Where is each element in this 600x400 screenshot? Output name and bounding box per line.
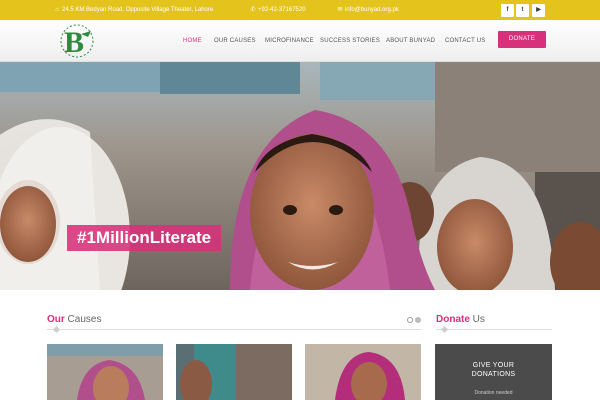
bunyad-logo[interactable]: B (57, 22, 97, 59)
nav-success-stories[interactable]: SUCCESS STORIES (320, 35, 380, 47)
donate-title-rest: Us (469, 314, 485, 325)
hero-photo (0, 62, 600, 290)
hero-tagline: #1MillionLiterate (67, 225, 222, 251)
facebook-icon[interactable]: f (501, 4, 514, 17)
twitter-icon[interactable]: t (516, 4, 529, 17)
nav-microfinance[interactable]: MICROFINANCE (265, 35, 314, 47)
phone-icon: ✆ (250, 7, 256, 13)
hero-banner: #1MillionLiterate (0, 62, 600, 290)
donate-button[interactable]: DONATE (498, 31, 546, 48)
causes-section-title: Our Causes (47, 314, 101, 325)
donate-box-line1: GIVE YOUR (472, 362, 515, 369)
nav-contact-us[interactable]: CONTACT US (445, 35, 485, 47)
donate-divider (436, 329, 552, 330)
phone-info[interactable]: ✆ +92-42-37167520 (250, 0, 306, 20)
donate-box-heading: GIVE YOUR DONATIONS (435, 361, 552, 379)
email-text: info@bunyad.org.pk (345, 7, 399, 13)
top-info-bar: ⌂ 24.5 KM Bedyan Road, Opposite Village T… (0, 0, 600, 20)
carousel-dot-1[interactable] (407, 317, 413, 323)
cause-card-3-image[interactable] (305, 344, 421, 400)
address-info: ⌂ 24.5 KM Bedyan Road, Opposite Village T… (54, 0, 213, 20)
donate-box[interactable]: GIVE YOUR DONATIONS Donation needed (435, 344, 552, 400)
donate-box-subtext: Donation needed (474, 390, 513, 396)
donate-section-title: Donate Us (436, 314, 485, 325)
nav-about-bunyad[interactable]: ABOUT BUNYAD (386, 35, 435, 47)
donate-title-accent: Donate (436, 314, 470, 325)
cause-card-1-image[interactable] (47, 344, 163, 400)
phone-text: +92-42-37167520 (258, 7, 306, 13)
youtube-icon[interactable]: ▶ (532, 4, 545, 17)
causes-divider (47, 329, 421, 330)
nav-our-causes[interactable]: OUR CAUSES (214, 35, 256, 47)
address-text: 24.5 KM Bedyan Road, Opposite Village Th… (62, 7, 214, 13)
email-info[interactable]: ✉ info@bunyad.org.pk (337, 0, 399, 20)
donate-divider-diamond (440, 325, 449, 334)
svg-text:B: B (64, 26, 84, 59)
cause-card-2-image[interactable] (176, 344, 292, 400)
home-icon: ⌂ (55, 7, 59, 13)
envelope-icon: ✉ (337, 7, 343, 13)
donate-box-line2: DONATIONS (471, 371, 516, 378)
carousel-dot-2[interactable] (415, 317, 421, 323)
causes-title-rest: Causes (64, 314, 102, 325)
causes-divider-diamond (52, 325, 61, 334)
causes-title-accent: Our (47, 314, 65, 325)
nav-home[interactable]: HOME (183, 35, 202, 47)
